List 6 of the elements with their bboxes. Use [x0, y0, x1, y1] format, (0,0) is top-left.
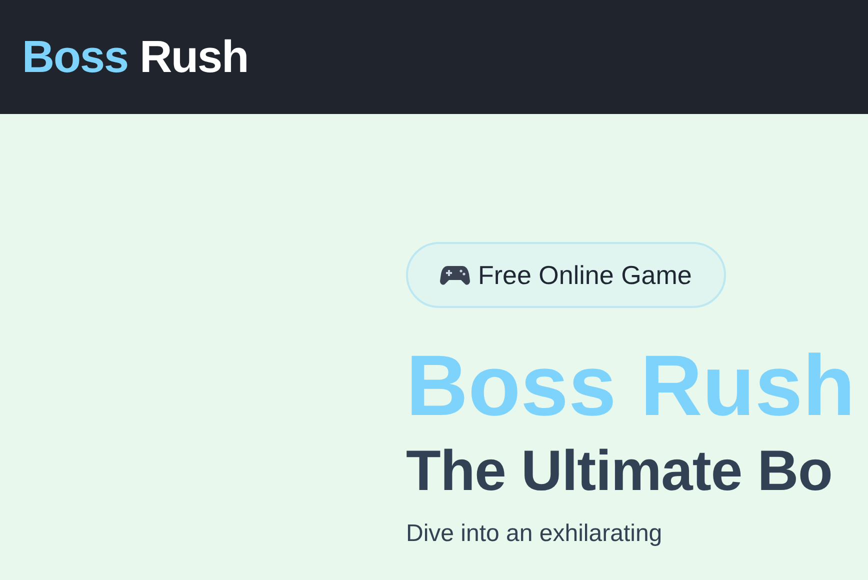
gamepad-icon	[440, 264, 470, 286]
intro-text: Dive into an exhilarating	[406, 520, 664, 548]
logo[interactable]: Boss Rush	[22, 31, 248, 83]
game-badge: Free Online Game	[406, 242, 726, 308]
hero-title: Boss Rush	[406, 338, 856, 434]
hero-subtitle: The Ultimate Bo	[406, 438, 834, 505]
